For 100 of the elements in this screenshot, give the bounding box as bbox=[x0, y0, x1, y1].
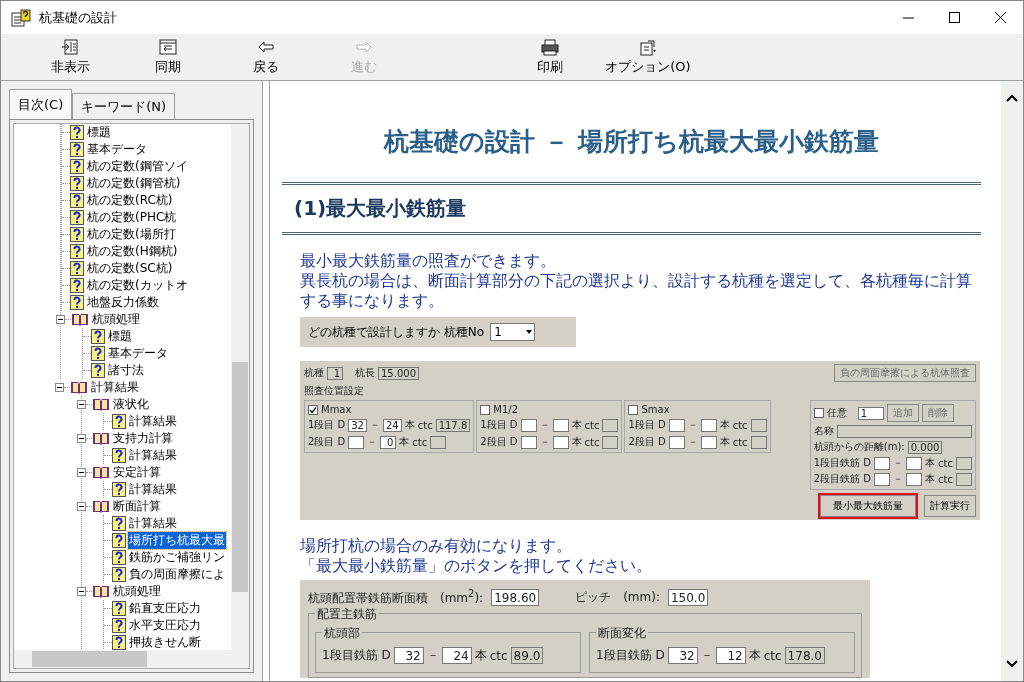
tab[interactable]: キーワード(N) bbox=[72, 93, 176, 119]
dropdown[interactable]: 1 bbox=[490, 323, 536, 341]
dash: － bbox=[893, 472, 904, 486]
count-field[interactable] bbox=[700, 435, 717, 449]
tree-item[interactable]: 杭の定数(鋼管ソイ bbox=[86, 158, 189, 175]
tree-item[interactable]: 杭の定数(鋼管杭) bbox=[86, 175, 182, 192]
toolbar-button[interactable]: 非表示 bbox=[21, 34, 119, 76]
diameter-field[interactable]: 32 bbox=[667, 647, 698, 664]
collapse-icon[interactable] bbox=[77, 502, 86, 511]
tree-item[interactable]: 安定計算 bbox=[112, 464, 162, 481]
tree-item[interactable]: 断面計算 bbox=[112, 498, 162, 515]
tree-item[interactable]: 杭の定数(SC杭) bbox=[86, 260, 174, 277]
book-icon bbox=[92, 431, 110, 446]
help-page-icon bbox=[70, 261, 84, 276]
count-field[interactable]: 24 bbox=[383, 418, 402, 432]
collapse-icon[interactable] bbox=[77, 434, 86, 443]
tree-item[interactable]: 標題 bbox=[86, 124, 112, 141]
book-icon bbox=[92, 397, 110, 412]
ctc-field bbox=[602, 418, 619, 432]
tree-item[interactable]: 杭の定数(カットオ bbox=[86, 277, 189, 294]
diameter-field[interactable]: 32 bbox=[393, 647, 424, 664]
count-field[interactable]: 24 bbox=[441, 647, 472, 664]
dialog-button[interactable]: 計算実行 bbox=[924, 495, 976, 517]
tree-item[interactable]: 杭の定数(場所打 bbox=[86, 226, 177, 243]
checkbox[interactable] bbox=[628, 404, 639, 415]
toolbar-button[interactable]: オプション(O) bbox=[599, 34, 697, 76]
horizontal-scrollbar[interactable] bbox=[14, 650, 249, 668]
checkbox[interactable] bbox=[308, 404, 318, 415]
tab[interactable]: 目次(C) bbox=[9, 89, 73, 119]
diameter-field[interactable] bbox=[520, 435, 537, 449]
collapse-icon[interactable] bbox=[77, 468, 86, 477]
collapse-icon[interactable] bbox=[55, 383, 64, 392]
help-page-icon bbox=[70, 159, 84, 174]
collapse-icon[interactable] bbox=[77, 587, 86, 596]
diameter-field[interactable] bbox=[874, 472, 891, 486]
input-field[interactable]: 198.60 bbox=[491, 589, 540, 606]
checkbox[interactable] bbox=[480, 404, 491, 415]
group-label: 杭頭部 bbox=[322, 625, 362, 642]
help-page-icon bbox=[70, 278, 84, 293]
toolbar-button[interactable]: 戻る bbox=[217, 34, 315, 76]
diameter-field[interactable] bbox=[874, 456, 891, 470]
count-field[interactable] bbox=[906, 456, 923, 470]
name-field[interactable] bbox=[836, 424, 972, 438]
tree-item[interactable]: 計算結果 bbox=[128, 515, 178, 532]
count-field[interactable] bbox=[552, 418, 569, 432]
tree-item[interactable]: 基本データ bbox=[107, 345, 169, 362]
tree-item[interactable]: 杭の定数(RC杭) bbox=[86, 192, 174, 209]
tree-item[interactable]: 杭の定数(H鋼杭) bbox=[86, 243, 179, 260]
diameter-field[interactable]: 32 bbox=[348, 418, 367, 432]
paragraph: 「最大最小鉄筋量」のボタンを押してください。 bbox=[300, 556, 653, 576]
help-page-icon bbox=[112, 550, 126, 565]
ctc-field: 178.0 bbox=[784, 647, 825, 664]
vertical-scrollbar[interactable] bbox=[1001, 81, 1023, 681]
count-field[interactable] bbox=[700, 418, 717, 432]
tree-item[interactable]: 諸寸法 bbox=[107, 362, 145, 379]
tree-item[interactable]: 地盤反力係数 bbox=[86, 294, 160, 311]
diameter-field[interactable] bbox=[668, 435, 685, 449]
collapse-icon[interactable] bbox=[56, 315, 65, 324]
book-icon bbox=[92, 465, 110, 480]
tree-item[interactable]: 押抜きせん断 bbox=[128, 634, 202, 650]
unit-label: 本 bbox=[925, 456, 936, 470]
tree-item[interactable]: 杭の定数(PHC杭 bbox=[86, 209, 178, 226]
count-field[interactable] bbox=[906, 472, 923, 486]
ctc-label: ctc bbox=[584, 419, 600, 431]
count-field[interactable]: 12 bbox=[715, 647, 746, 664]
diameter-field[interactable] bbox=[348, 435, 365, 449]
diameter-field[interactable] bbox=[520, 418, 537, 432]
input-field[interactable]: 150.0 bbox=[667, 589, 709, 606]
tree-item[interactable]: 計算結果 bbox=[128, 413, 178, 430]
scroll-down-icon[interactable] bbox=[1005, 659, 1019, 669]
toolbar-button[interactable]: 同期 bbox=[119, 34, 217, 76]
dropdown[interactable]: 1 bbox=[857, 406, 884, 420]
dialog-button[interactable]: 最小最大鉄筋量 bbox=[820, 495, 916, 517]
group-label: 配置主鉄筋 bbox=[315, 606, 379, 623]
checkbox[interactable] bbox=[813, 408, 824, 418]
tree-item[interactable]: 液状化 bbox=[112, 396, 150, 413]
tree-item[interactable]: 計算結果 bbox=[90, 379, 140, 396]
tree-item[interactable]: 負の周面摩擦によ bbox=[128, 566, 226, 583]
count-field[interactable] bbox=[552, 435, 569, 449]
help-page-icon bbox=[91, 363, 105, 378]
tree-item[interactable]: 計算結果 bbox=[128, 447, 178, 464]
tree-item[interactable]: 標題 bbox=[107, 328, 133, 345]
vertical-scrollbar[interactable] bbox=[231, 124, 249, 650]
tree-item[interactable]: 杭頭処理 bbox=[91, 311, 141, 328]
tree-item[interactable]: 計算結果 bbox=[128, 481, 178, 498]
tree-item[interactable]: 支持力計算 bbox=[112, 430, 174, 447]
tree-item[interactable]: 水平支圧応力 bbox=[128, 617, 202, 634]
count-field[interactable]: 0 bbox=[380, 435, 397, 449]
diameter-field[interactable] bbox=[668, 418, 685, 432]
help-page-icon bbox=[112, 414, 126, 429]
help-page-icon bbox=[91, 329, 105, 344]
tree-item[interactable]: 基本データ bbox=[86, 141, 148, 158]
tree-item[interactable]: 鉄筋かご補強リン bbox=[128, 549, 226, 566]
tree-item[interactable]: 鉛直支圧応力 bbox=[128, 600, 202, 617]
scroll-up-icon[interactable] bbox=[1005, 93, 1019, 103]
collapse-icon[interactable] bbox=[77, 400, 86, 409]
tree-item[interactable]: 杭頭処理 bbox=[112, 583, 162, 600]
tree-item[interactable]: 場所打ち杭最大最 bbox=[128, 532, 226, 549]
toolbar-button[interactable]: 印刷 bbox=[501, 34, 599, 76]
unit-label: 本 bbox=[399, 435, 410, 449]
